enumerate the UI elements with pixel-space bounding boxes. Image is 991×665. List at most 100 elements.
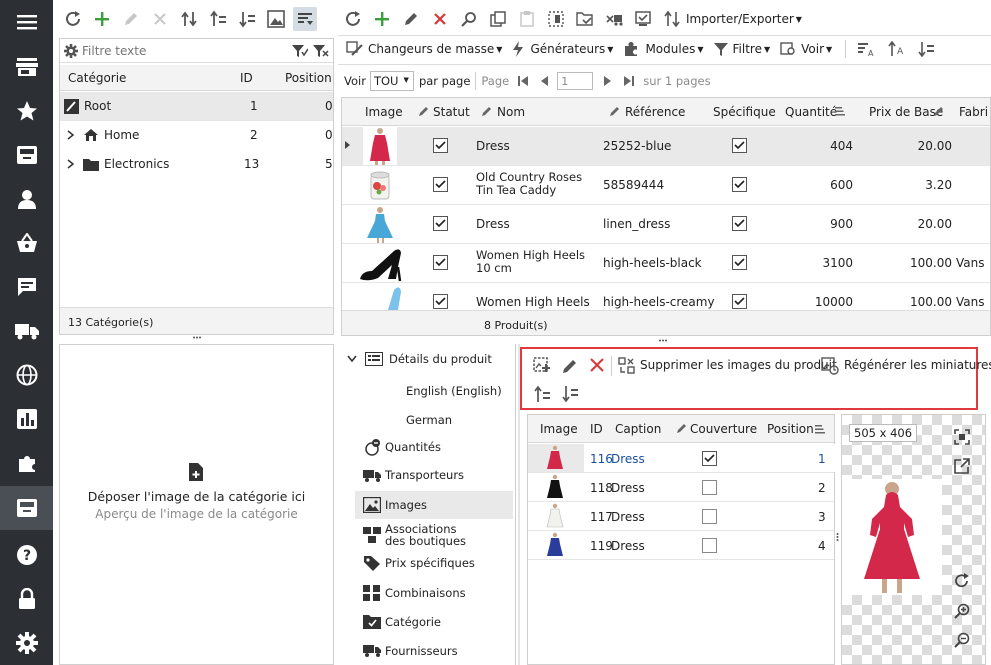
prev-page-icon[interactable]: [539, 75, 549, 87]
move-up-icon[interactable]: [206, 7, 230, 31]
nav-category[interactable]: Catégorie: [363, 614, 441, 629]
next-page-icon[interactable]: [603, 75, 613, 87]
move-to-category-icon[interactable]: [573, 7, 597, 31]
product-row[interactable]: Women High Heels 10 cm high-heels-black …: [342, 244, 990, 283]
details-header[interactable]: Détails du produit: [347, 352, 492, 366]
column-name[interactable]: Nom: [497, 105, 525, 119]
lock-icon[interactable]: [0, 577, 53, 621]
column-category[interactable]: Catégorie: [68, 71, 126, 85]
specific-checkbox[interactable]: [732, 177, 747, 192]
language-english[interactable]: English (English): [406, 384, 502, 398]
product-row[interactable]: Dress linen_dress 900 20.00: [342, 205, 990, 244]
move-up-icon[interactable]: [533, 385, 551, 403]
edit-icon[interactable]: [561, 357, 579, 375]
image-row[interactable]: 118 Dress 2: [528, 473, 834, 502]
column-caption[interactable]: Caption: [615, 422, 661, 436]
column-image[interactable]: Image: [365, 105, 403, 119]
specific-checkbox[interactable]: [732, 294, 747, 309]
column-position[interactable]: Position: [285, 71, 332, 85]
delete-images-button[interactable]: Supprimer les images du produit: [640, 358, 837, 372]
ship-icon[interactable]: [602, 7, 626, 31]
paste-icon[interactable]: [515, 7, 539, 31]
generators-menu[interactable]: Générateurs: [530, 42, 605, 56]
category-filter-input[interactable]: [82, 43, 282, 58]
regenerate-thumbnails-button[interactable]: Régénérer les miniatures: [844, 358, 991, 372]
image-icon[interactable]: [264, 7, 288, 31]
product-row[interactable]: Old Country Roses Tin Tea Caddy 58589444…: [342, 166, 990, 205]
gear-icon[interactable]: [64, 43, 78, 58]
fit-screen-icon[interactable]: [954, 429, 970, 445]
filter-apply-icon[interactable]: [292, 44, 308, 58]
cover-checkbox[interactable]: [702, 509, 717, 524]
zoom-in-icon[interactable]: [954, 603, 970, 619]
open-external-icon[interactable]: [954, 458, 970, 474]
add-icon[interactable]: [90, 7, 114, 31]
image-row[interactable]: 117 Dress 3: [528, 502, 834, 531]
zoom-out-icon[interactable]: [954, 632, 970, 648]
column-id[interactable]: ID: [240, 71, 253, 85]
cover-checkbox[interactable]: [702, 480, 717, 495]
nav-specific-prices[interactable]: Prix spécifiques: [363, 555, 475, 571]
move-down-icon[interactable]: [561, 385, 579, 403]
truck-icon[interactable]: [0, 309, 53, 353]
splitter-handle[interactable]: [836, 533, 839, 541]
mass-changers-menu[interactable]: Changeurs de masse: [368, 42, 494, 56]
user-icon[interactable]: [0, 177, 53, 221]
category-image-panel[interactable]: Déposer l'image de la catégorie ici Aper…: [59, 344, 334, 665]
edit-icon[interactable]: [399, 7, 423, 31]
product-row[interactable]: Dress 25252-blue 404 20.00: [342, 127, 990, 166]
move-icon[interactable]: [177, 7, 201, 31]
globe-icon[interactable]: [0, 353, 53, 397]
specific-checkbox[interactable]: [732, 255, 747, 270]
gear-icon[interactable]: [0, 621, 53, 665]
product-row[interactable]: Women High Heels high-heels-creamy 10000…: [342, 283, 990, 310]
cover-checkbox[interactable]: [702, 451, 717, 466]
checklist-icon[interactable]: [631, 7, 655, 31]
column-manufacturer[interactable]: Fabri: [959, 105, 988, 119]
status-checkbox[interactable]: [433, 255, 448, 270]
move-down-icon[interactable]: [917, 41, 935, 57]
column-status[interactable]: Statut: [433, 105, 470, 119]
first-page-icon[interactable]: [517, 75, 529, 87]
move-down-icon[interactable]: [235, 7, 259, 31]
column-position[interactable]: Position: [767, 422, 814, 436]
splitter-handle[interactable]: [193, 336, 201, 340]
edit-icon[interactable]: [119, 7, 143, 31]
column-quantity[interactable]: Quantité: [785, 105, 837, 119]
catalog-icon[interactable]: [0, 486, 53, 530]
delete-icon[interactable]: [428, 7, 452, 31]
status-checkbox[interactable]: [433, 138, 448, 153]
refresh-icon[interactable]: [341, 7, 365, 31]
rotate-icon[interactable]: [954, 573, 970, 589]
view-menu[interactable]: Voir: [801, 42, 824, 56]
splitter-handle[interactable]: [659, 339, 667, 342]
category-row[interactable]: Root 1 0: [60, 92, 333, 121]
image-row[interactable]: 119 Dress 4: [528, 531, 834, 560]
store-icon[interactable]: [0, 45, 53, 89]
expand-icon[interactable]: [67, 130, 75, 140]
filter-menu[interactable]: Filtre: [733, 42, 762, 56]
refresh-icon[interactable]: [61, 7, 85, 31]
help-icon[interactable]: ?: [0, 533, 53, 577]
category-row[interactable]: Electronics 13 5: [60, 150, 333, 179]
chat-icon[interactable]: [0, 265, 53, 309]
select-icon[interactable]: [544, 7, 568, 31]
modules-menu[interactable]: Modules: [645, 42, 695, 56]
nav-carriers[interactable]: Transporteurs: [363, 468, 464, 482]
filter-clear-icon[interactable]: [313, 44, 329, 58]
import-export-menu[interactable]: Importer/Exporter: [686, 12, 794, 26]
basket-icon[interactable]: [0, 221, 53, 265]
puzzle-icon[interactable]: [0, 441, 53, 485]
delete-icon[interactable]: [148, 7, 172, 31]
language-german[interactable]: German: [406, 413, 452, 427]
sort-az-icon[interactable]: A: [857, 41, 875, 57]
column-reference[interactable]: Référence: [625, 105, 685, 119]
search-icon[interactable]: [457, 7, 481, 31]
nav-shop-associations[interactable]: Associations des boutiques: [363, 523, 480, 547]
page-size-select[interactable]: TOU ▼: [369, 71, 414, 91]
filter-icon[interactable]: [293, 7, 317, 31]
status-checkbox[interactable]: [433, 216, 448, 231]
nav-suppliers[interactable]: Fournisseurs: [363, 643, 458, 658]
column-image[interactable]: Image: [540, 422, 578, 436]
move-up-icon[interactable]: A: [887, 41, 905, 57]
